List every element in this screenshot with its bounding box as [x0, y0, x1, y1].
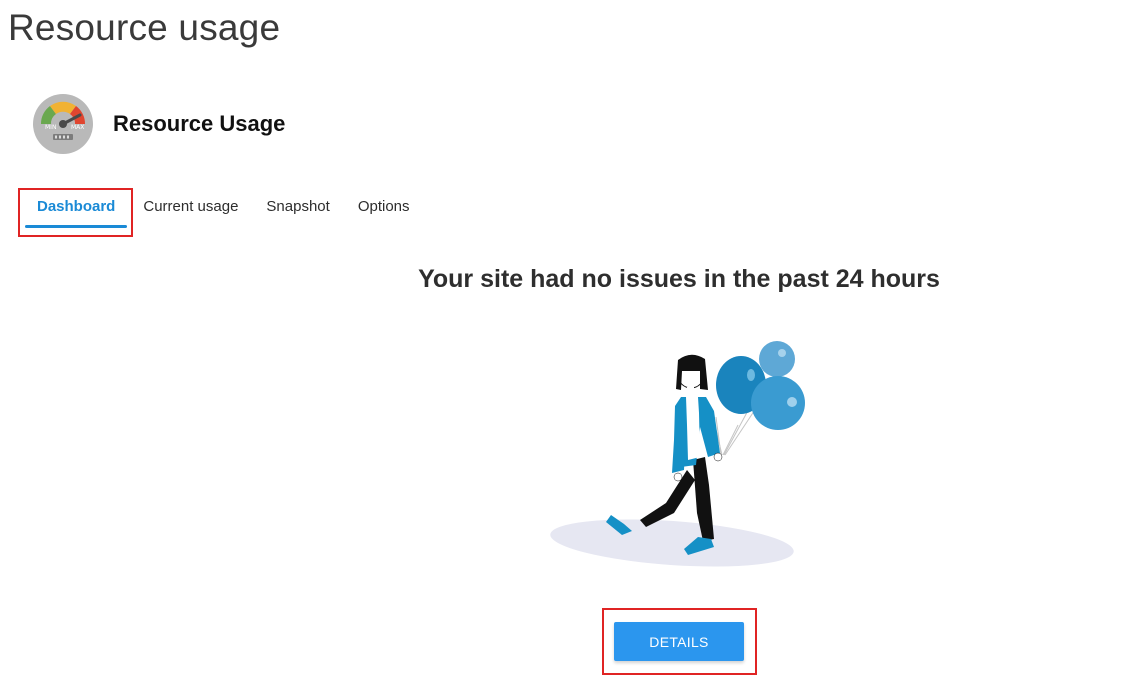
woman-with-balloons-illustration [550, 341, 805, 567]
tab-bar: Dashboard Current usage Snapshot Options [25, 190, 438, 230]
gauge-icon: MIN MAX [33, 94, 93, 154]
gauge-min-label: MIN [45, 124, 56, 131]
page-title: Resource usage [8, 7, 281, 48]
tab-dashboard[interactable]: Dashboard [25, 190, 128, 228]
app-header: MIN MAX Resource Usage [32, 93, 285, 155]
app-name: Resource Usage [113, 111, 286, 136]
gauge-max-label: MAX [71, 124, 84, 131]
tab-options[interactable]: Options [358, 190, 410, 215]
status-headline: Your site had no issues in the past 24 h… [418, 265, 940, 293]
details-button[interactable]: DETAILS [614, 622, 744, 661]
tab-current-usage[interactable]: Current usage [143, 190, 238, 215]
tab-snapshot[interactable]: Snapshot [266, 190, 329, 215]
